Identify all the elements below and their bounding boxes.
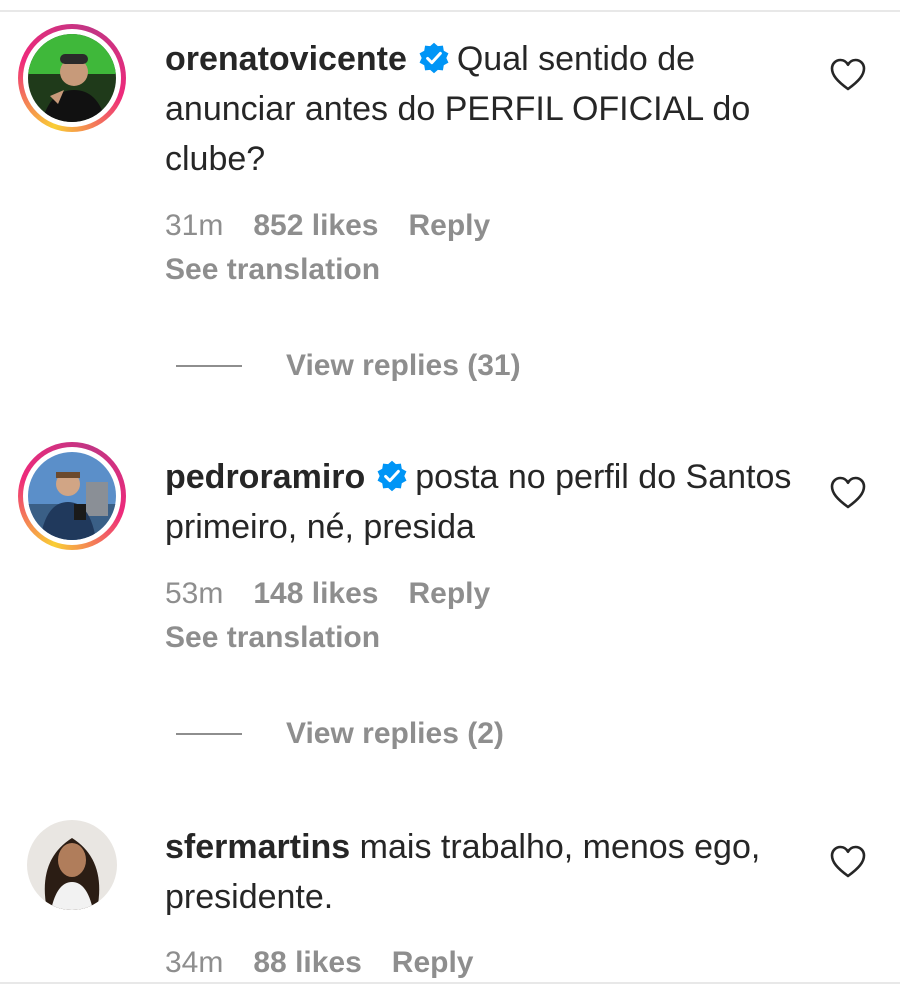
verified-badge-icon bbox=[419, 42, 449, 74]
like-heart-icon[interactable] bbox=[830, 845, 866, 879]
replies-divider-line bbox=[176, 365, 242, 367]
reply-button[interactable]: Reply bbox=[408, 209, 490, 242]
comment-username[interactable]: pedroramiro bbox=[165, 458, 365, 496]
reply-button[interactable]: Reply bbox=[392, 946, 474, 979]
comment-meta: 34m 88 likes Reply bbox=[165, 943, 504, 983]
comment-time[interactable]: 34m bbox=[165, 946, 223, 979]
comment-username[interactable]: orenatovicente bbox=[165, 40, 407, 78]
avatar bbox=[28, 452, 116, 540]
comment-likes[interactable]: 88 likes bbox=[253, 946, 361, 979]
verified-badge-icon bbox=[377, 460, 407, 492]
user-avatar-icon bbox=[28, 34, 116, 122]
comment-likes[interactable]: 148 likes bbox=[253, 577, 378, 610]
user-avatar-icon bbox=[28, 452, 116, 540]
see-translation-button[interactable]: See translation bbox=[165, 618, 380, 658]
comment-time[interactable]: 31m bbox=[165, 209, 223, 242]
view-replies-button[interactable]: View replies (31) bbox=[176, 346, 521, 386]
comment-likes[interactable]: 852 likes bbox=[253, 209, 378, 242]
replies-divider-line bbox=[176, 733, 242, 735]
like-heart-icon[interactable] bbox=[830, 476, 866, 510]
comment-text-block: orenatovicente Qual sentido de anunciar … bbox=[165, 34, 805, 184]
view-replies-label: View replies (2) bbox=[286, 717, 504, 750]
see-translation-button[interactable]: See translation bbox=[165, 250, 380, 290]
avatar[interactable] bbox=[27, 820, 117, 910]
comment-text-block: pedroramiro posta no perfil do Santos pr… bbox=[165, 452, 805, 552]
comment-meta: 31m 852 likes Reply bbox=[165, 206, 520, 246]
like-heart-icon[interactable] bbox=[830, 58, 866, 92]
view-replies-button[interactable]: View replies (2) bbox=[176, 714, 504, 754]
comment-text-block: sfermartins mais trabalho, menos ego, pr… bbox=[165, 822, 805, 922]
comment-time[interactable]: 53m bbox=[165, 577, 223, 610]
story-ring-avatar[interactable] bbox=[18, 24, 126, 132]
comment-username[interactable]: sfermartins bbox=[165, 828, 350, 866]
top-divider bbox=[0, 10, 900, 12]
view-replies-label: View replies (31) bbox=[286, 349, 521, 382]
comment-meta: 53m 148 likes Reply bbox=[165, 574, 520, 614]
user-avatar-icon bbox=[27, 820, 117, 910]
bottom-divider bbox=[0, 982, 900, 984]
avatar bbox=[28, 34, 116, 122]
reply-button[interactable]: Reply bbox=[408, 577, 490, 610]
story-ring-avatar[interactable] bbox=[18, 442, 126, 550]
